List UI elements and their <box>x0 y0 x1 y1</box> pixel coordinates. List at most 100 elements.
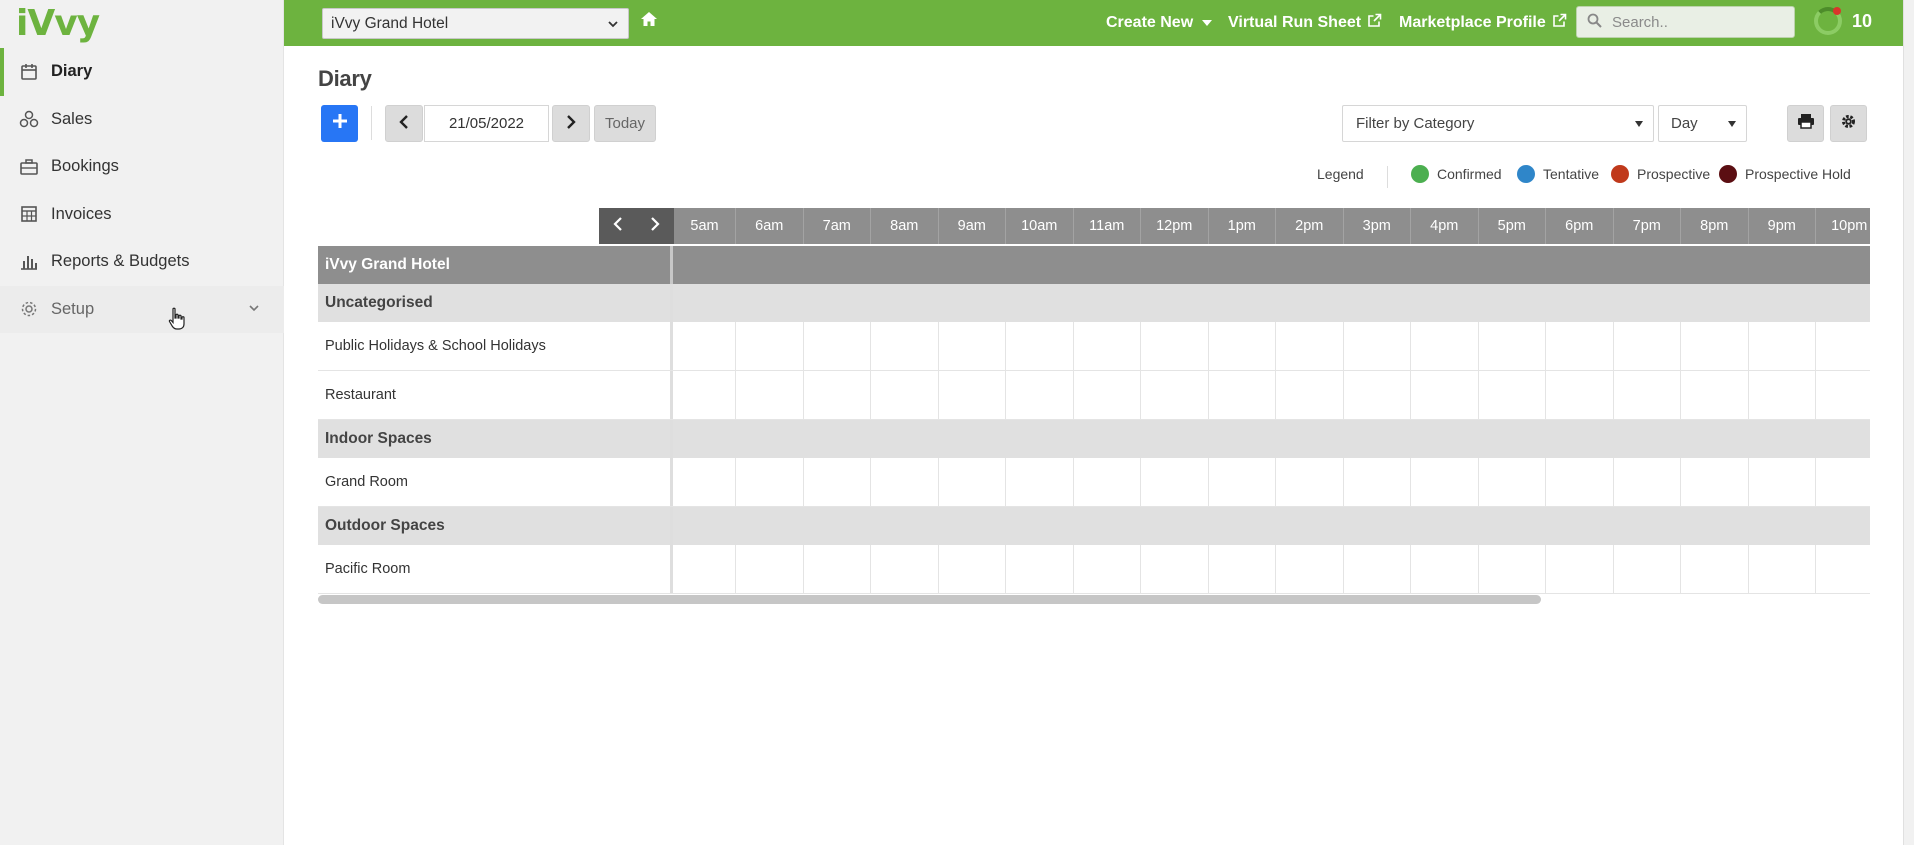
time-slot-1pm[interactable] <box>1207 458 1276 506</box>
print-button[interactable] <box>1787 105 1824 142</box>
time-slot-7am[interactable] <box>802 458 871 506</box>
time-slot-10am[interactable] <box>1005 322 1073 370</box>
sidebar-item-setup[interactable]: Setup <box>0 285 284 333</box>
time-slot-7pm[interactable] <box>1612 371 1681 419</box>
time-slot-10am[interactable] <box>1005 545 1073 593</box>
time-slot-6pm[interactable] <box>1545 545 1613 593</box>
time-slot-9pm[interactable] <box>1747 458 1816 506</box>
time-slot-3pm[interactable] <box>1342 545 1411 593</box>
time-slot-1pm[interactable] <box>1207 322 1276 370</box>
time-slot-4pm[interactable] <box>1410 322 1478 370</box>
time-slot-1pm[interactable] <box>1207 545 1276 593</box>
venue-select[interactable]: iVvy Grand Hotel <box>322 8 629 39</box>
today-button[interactable]: Today <box>594 105 656 142</box>
settings-button[interactable] <box>1830 105 1867 142</box>
time-slot-5pm[interactable] <box>1477 322 1546 370</box>
time-slots[interactable] <box>674 322 1870 370</box>
time-slot-7pm[interactable] <box>1612 322 1681 370</box>
notifications[interactable]: 10 <box>1814 7 1872 35</box>
time-slot-7am[interactable] <box>802 322 871 370</box>
sidebar-item-sales[interactable]: Sales <box>0 96 284 144</box>
time-slots[interactable] <box>674 545 1870 593</box>
horizontal-scrollbar[interactable] <box>318 595 1541 604</box>
time-slot-7pm[interactable] <box>1612 545 1681 593</box>
next-date-button[interactable] <box>552 105 590 142</box>
ivvy-logo[interactable]: iVvy <box>16 3 100 44</box>
time-slot-3pm[interactable] <box>1342 322 1411 370</box>
time-slot-8pm[interactable] <box>1680 545 1748 593</box>
time-slot-10am[interactable] <box>1005 371 1073 419</box>
time-slot-11am[interactable] <box>1072 371 1141 419</box>
time-slot-11am[interactable] <box>1072 322 1141 370</box>
space-label[interactable]: Pacific Room <box>318 545 673 593</box>
time-slot-2pm[interactable] <box>1275 545 1343 593</box>
time-slot-1pm[interactable] <box>1207 371 1276 419</box>
view-mode-select[interactable]: Day <box>1658 105 1747 142</box>
time-slot-9pm[interactable] <box>1747 545 1816 593</box>
marketplace-profile-link[interactable]: Marketplace Profile <box>1399 0 1567 46</box>
chevron-down-icon[interactable] <box>248 300 260 319</box>
home-icon[interactable] <box>640 11 658 32</box>
time-slots[interactable] <box>674 371 1870 419</box>
time-slot-10pm[interactable] <box>1815 371 1870 419</box>
prev-date-button[interactable] <box>385 105 423 142</box>
time-scroll-right-button[interactable] <box>649 216 661 236</box>
time-slot-6pm[interactable] <box>1545 322 1613 370</box>
time-slot-7am[interactable] <box>802 371 871 419</box>
space-label[interactable]: Restaurant <box>318 371 673 419</box>
time-slot-7pm[interactable] <box>1612 458 1681 506</box>
space-label[interactable]: Public Holidays & School Holidays <box>318 322 673 370</box>
time-slot-10pm[interactable] <box>1815 458 1870 506</box>
search-input[interactable]: Search.. <box>1576 6 1795 38</box>
logo-text[interactable]: iVvy <box>16 3 100 44</box>
time-slots[interactable] <box>674 458 1870 506</box>
time-slot-6am[interactable] <box>735 371 803 419</box>
time-slot-9am[interactable] <box>937 322 1006 370</box>
time-slot-5am[interactable] <box>674 322 735 370</box>
sidebar-item-reports-budgets[interactable]: Reports & Budgets <box>0 238 284 286</box>
time-slot-8am[interactable] <box>870 371 938 419</box>
time-slot-4pm[interactable] <box>1410 545 1478 593</box>
time-slot-9am[interactable] <box>937 458 1006 506</box>
time-slot-4pm[interactable] <box>1410 371 1478 419</box>
time-slot-8pm[interactable] <box>1680 371 1748 419</box>
time-slot-5pm[interactable] <box>1477 545 1546 593</box>
time-slot-12pm[interactable] <box>1140 545 1208 593</box>
create-new-menu[interactable]: Create New <box>1106 0 1213 46</box>
time-slot-8am[interactable] <box>870 458 938 506</box>
sidebar-item-bookings[interactable]: Bookings <box>0 143 284 191</box>
time-slot-9am[interactable] <box>937 545 1006 593</box>
filter-category-select[interactable]: Filter by Category <box>1342 105 1654 142</box>
time-slot-6pm[interactable] <box>1545 458 1613 506</box>
time-slot-9pm[interactable] <box>1747 322 1816 370</box>
date-input[interactable]: 21/05/2022 <box>424 105 549 142</box>
time-slot-8am[interactable] <box>870 322 938 370</box>
time-slot-9am[interactable] <box>937 371 1006 419</box>
time-slot-12pm[interactable] <box>1140 458 1208 506</box>
time-slot-2pm[interactable] <box>1275 371 1343 419</box>
time-slot-2pm[interactable] <box>1275 458 1343 506</box>
time-slot-8pm[interactable] <box>1680 458 1748 506</box>
time-slot-6am[interactable] <box>735 458 803 506</box>
time-slot-12pm[interactable] <box>1140 322 1208 370</box>
time-slot-12pm[interactable] <box>1140 371 1208 419</box>
add-booking-button[interactable] <box>321 105 358 142</box>
time-slot-5am[interactable] <box>674 545 735 593</box>
virtual-run-sheet-link[interactable]: Virtual Run Sheet <box>1228 0 1382 46</box>
time-slot-2pm[interactable] <box>1275 322 1343 370</box>
time-slot-10am[interactable] <box>1005 458 1073 506</box>
time-slot-6am[interactable] <box>735 322 803 370</box>
time-slot-6am[interactable] <box>735 545 803 593</box>
time-slot-10pm[interactable] <box>1815 545 1870 593</box>
time-slot-3pm[interactable] <box>1342 371 1411 419</box>
time-slot-3pm[interactable] <box>1342 458 1411 506</box>
time-scroll-left-button[interactable] <box>612 216 624 236</box>
time-slot-7am[interactable] <box>802 545 871 593</box>
time-slot-5pm[interactable] <box>1477 371 1546 419</box>
time-slot-8am[interactable] <box>870 545 938 593</box>
time-slot-4pm[interactable] <box>1410 458 1478 506</box>
time-slot-9pm[interactable] <box>1747 371 1816 419</box>
time-slot-10pm[interactable] <box>1815 322 1870 370</box>
sidebar-item-diary[interactable]: Diary <box>0 48 284 96</box>
time-slot-11am[interactable] <box>1072 545 1141 593</box>
